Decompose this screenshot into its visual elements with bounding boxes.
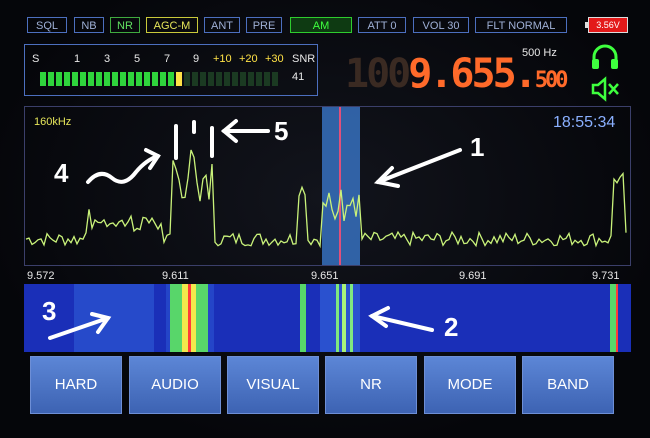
annotation-label: 3 [42,296,57,326]
annotation-label: 1 [470,132,485,162]
receiver-screen: SQL NB NR AGC-M ANT PRE AM ATT 0 VOL 30 … [0,0,650,438]
annotation-label: 2 [444,312,459,342]
annotation-label: 5 [274,116,289,146]
annotation-label: 4 [54,158,69,188]
annotation-arrows [48,119,462,340]
